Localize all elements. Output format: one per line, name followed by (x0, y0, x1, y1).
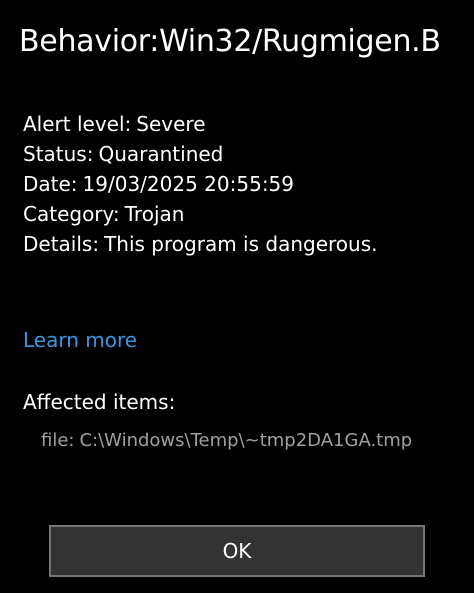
detail-row-alert-level: Alert level: Severe (23, 109, 463, 139)
detail-value: Severe (136, 112, 206, 136)
detail-value: Trojan (124, 202, 185, 226)
affected-item-path: C:\Windows\Temp\~tmp2DA1GA.tmp (79, 430, 413, 451)
affected-item: file: C:\Windows\Temp\~tmp2DA1GA.tmp (41, 427, 466, 455)
ok-button-label: OK (222, 539, 252, 563)
threat-details-dialog: Behavior:Win32/Rugmigen.B Alert level: Se… (0, 0, 474, 593)
detail-row-date: Date: 19/03/2025 20:55:59 (23, 169, 463, 199)
affected-items-heading: Affected items: (23, 390, 176, 414)
detail-label: Date: (23, 172, 78, 196)
detail-value: This program is dangerous. (104, 232, 378, 256)
detail-row-category: Category: Trojan (23, 199, 463, 229)
ok-button[interactable]: OK (49, 525, 425, 577)
detail-row-details: Details: This program is dangerous. (23, 229, 463, 259)
detail-label: Status: (23, 142, 94, 166)
affected-items-list: file: C:\Windows\Temp\~tmp2DA1GA.tmp (41, 427, 466, 455)
affected-item-type: file: (41, 430, 75, 451)
detail-row-status: Status: Quarantined (23, 139, 463, 169)
learn-more-link[interactable]: Learn more (23, 325, 137, 355)
detail-label: Details: (23, 232, 100, 256)
detail-value: 19/03/2025 20:55:59 (82, 172, 295, 196)
threat-name-title: Behavior:Win32/Rugmigen.B (19, 24, 441, 59)
detail-value: Quarantined (98, 142, 224, 166)
detail-label: Alert level: (23, 112, 132, 136)
detail-label: Category: (23, 202, 120, 226)
threat-details-list: Alert level: Severe Status: Quarantined Da… (23, 109, 463, 259)
